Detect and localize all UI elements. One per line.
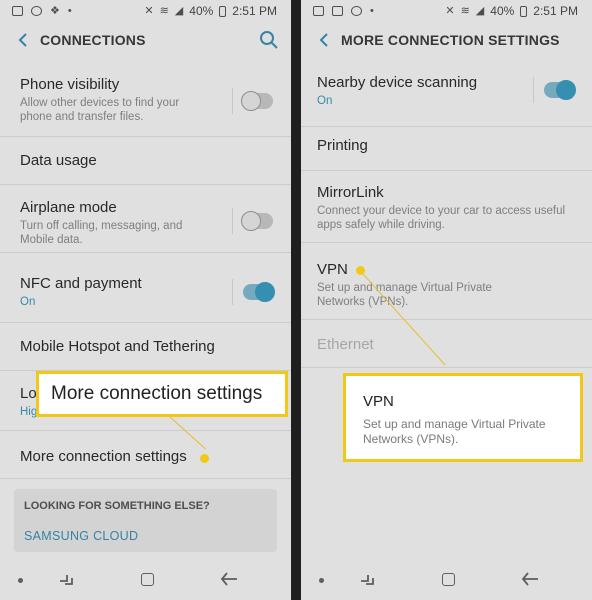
wifi-icon: ≋ bbox=[460, 4, 470, 17]
page-title: CONNECTIONS bbox=[40, 32, 146, 48]
wifi-icon: ≋ bbox=[159, 4, 169, 17]
recent-apps-icon[interactable] bbox=[58, 571, 74, 587]
list-item-more-connection-settings[interactable]: More connection settings bbox=[0, 431, 291, 479]
status-bar: ❖ • ✕ ≋ ◢ 40% 2:51 PM bbox=[0, 0, 291, 22]
divider bbox=[232, 208, 233, 234]
callout-box: More connection settings bbox=[36, 371, 288, 417]
page-title: MORE CONNECTION SETTINGS bbox=[341, 32, 560, 48]
list-item-phone-visibility[interactable]: Phone visibility Allow other devices to … bbox=[0, 68, 291, 137]
callout-subtitle: Set up and manage Virtual Private Networ… bbox=[363, 417, 546, 446]
nav-dot-icon[interactable] bbox=[319, 578, 324, 583]
search-icon[interactable] bbox=[259, 30, 279, 50]
home-icon[interactable] bbox=[442, 573, 455, 586]
nav-bar bbox=[0, 560, 291, 600]
list-item-vpn[interactable]: VPN Set up and manage Virtual Private Ne… bbox=[301, 243, 592, 320]
item-status: On bbox=[20, 296, 36, 308]
item-subtitle: Connect your device to your car to acces… bbox=[317, 205, 566, 231]
gallery-icon bbox=[313, 6, 324, 16]
clock: 2:51 PM bbox=[533, 4, 578, 18]
callout-title: VPN bbox=[363, 393, 394, 410]
item-title: Mobile Hotspot and Tethering bbox=[20, 338, 215, 355]
notification-icon bbox=[12, 6, 23, 16]
item-title: Printing bbox=[317, 137, 368, 154]
connections-screen: ❖ • ✕ ≋ ◢ 40% 2:51 PM CONNECTIONS Phone … bbox=[0, 0, 291, 600]
notification-icon bbox=[332, 6, 343, 16]
list-item-nearby-device-scanning[interactable]: Nearby device scanning On bbox=[301, 68, 592, 127]
nearby-scanning-toggle[interactable] bbox=[544, 80, 576, 100]
item-subtitle: Turn off calling, messaging, and Mobile … bbox=[20, 220, 183, 246]
samsung-cloud-link[interactable]: SAMSUNG CLOUD bbox=[24, 529, 267, 543]
item-title: NFC and payment bbox=[20, 275, 142, 292]
item-subtitle: Allow other devices to find your phone a… bbox=[20, 97, 180, 123]
recent-apps-icon[interactable] bbox=[359, 571, 375, 587]
back-arrow-icon[interactable] bbox=[220, 571, 238, 587]
back-arrow-icon[interactable] bbox=[521, 571, 539, 587]
status-bar: • ✕ ≋ ◢ 40% 2:51 PM bbox=[301, 0, 592, 22]
list-item-data-usage[interactable]: Data usage bbox=[0, 137, 291, 185]
callout-box: VPN Set up and manage Virtual Private Ne… bbox=[343, 373, 583, 462]
callout-title: More connection settings bbox=[51, 383, 263, 404]
signal-icon: ◢ bbox=[475, 4, 485, 17]
nfc-toggle[interactable] bbox=[243, 282, 275, 302]
mute-icon: ✕ bbox=[144, 4, 154, 17]
tap-target-marker bbox=[356, 266, 365, 275]
item-title: Data usage bbox=[20, 152, 97, 169]
battery-icon bbox=[219, 5, 227, 17]
item-title: Phone visibility bbox=[20, 76, 120, 93]
item-title: Ethernet bbox=[317, 336, 374, 353]
more-notifications-icon: • bbox=[370, 4, 374, 17]
item-title: Airplane mode bbox=[20, 199, 117, 216]
battery-percent: 40% bbox=[490, 4, 515, 18]
mute-icon: ✕ bbox=[445, 4, 455, 17]
list-item-mirrorlink[interactable]: MirrorLink Connect your device to your c… bbox=[301, 171, 592, 243]
back-arrow-icon[interactable] bbox=[307, 22, 341, 58]
item-subtitle: Set up and manage Virtual Private Networ… bbox=[317, 282, 492, 308]
nav-bar bbox=[301, 560, 592, 600]
airplane-mode-toggle[interactable] bbox=[241, 211, 273, 231]
signal-icon: ◢ bbox=[174, 4, 184, 17]
list-item-mobile-hotspot[interactable]: Mobile Hotspot and Tethering bbox=[0, 323, 291, 371]
battery-percent: 40% bbox=[189, 4, 214, 18]
list-item-airplane-mode[interactable]: Airplane mode Turn off calling, messagin… bbox=[0, 185, 291, 253]
help-card: LOOKING FOR SOMETHING ELSE? SAMSUNG CLOU… bbox=[14, 489, 277, 552]
more-connection-settings-screen: • ✕ ≋ ◢ 40% 2:51 PM MORE CONNECTION SETT… bbox=[301, 0, 592, 600]
dropbox-icon: ❖ bbox=[50, 4, 60, 17]
more-notifications-icon: • bbox=[67, 4, 72, 17]
nav-dot-icon[interactable] bbox=[18, 578, 23, 583]
item-title: MirrorLink bbox=[317, 184, 384, 201]
divider bbox=[533, 77, 534, 103]
back-arrow-icon[interactable] bbox=[6, 22, 40, 58]
clock: 2:51 PM bbox=[232, 4, 277, 18]
list-item-printing[interactable]: Printing bbox=[301, 127, 592, 171]
item-title: More connection settings bbox=[20, 448, 187, 465]
help-card-title: LOOKING FOR SOMETHING ELSE? bbox=[24, 500, 210, 512]
tap-target-marker bbox=[200, 454, 209, 463]
divider bbox=[232, 88, 233, 114]
list-item-ethernet: Ethernet bbox=[301, 320, 592, 368]
app-bar: MORE CONNECTION SETTINGS bbox=[301, 22, 592, 58]
divider bbox=[232, 279, 233, 305]
phone-visibility-toggle[interactable] bbox=[241, 91, 273, 111]
home-icon[interactable] bbox=[141, 573, 154, 586]
app-bar: CONNECTIONS bbox=[0, 22, 291, 58]
list-item-nfc-payment[interactable]: NFC and payment On bbox=[0, 253, 291, 323]
instagram-icon bbox=[351, 6, 362, 16]
instagram-icon bbox=[31, 6, 42, 16]
battery-icon bbox=[520, 5, 528, 17]
